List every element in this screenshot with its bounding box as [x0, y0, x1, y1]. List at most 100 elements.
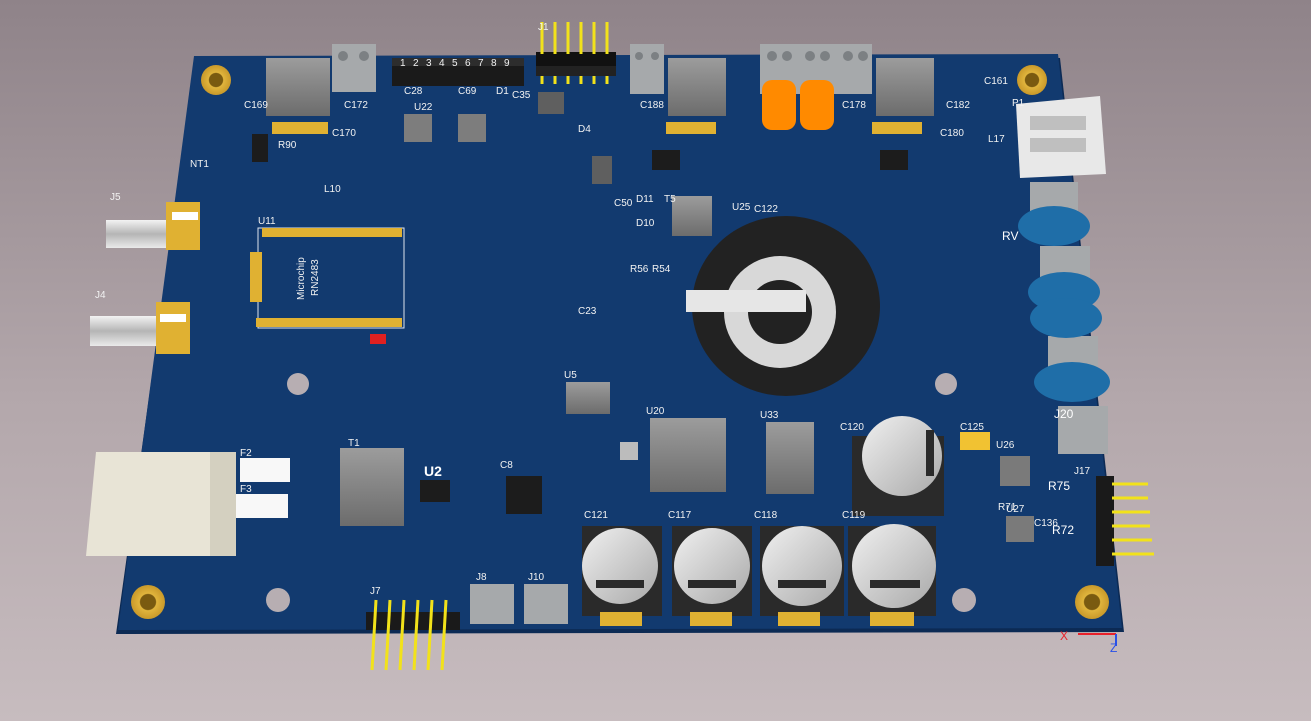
ic-t5[interactable] — [672, 196, 712, 236]
fuse-orange-2[interactable] — [800, 80, 834, 130]
inductor-top-2[interactable] — [668, 58, 726, 116]
label-c188: C188 — [640, 100, 664, 111]
label-r90: R90 — [278, 140, 297, 151]
label-c69: C69 — [458, 86, 477, 97]
ic-u20[interactable] — [650, 418, 726, 492]
label-u11: U11 — [258, 216, 276, 227]
label-c8: C8 — [500, 460, 513, 471]
label-j4: J4 — [95, 290, 106, 301]
label-c161: C161 — [984, 76, 1008, 87]
pin-label-6: 6 — [465, 58, 471, 69]
label-d11: D11 — [636, 194, 654, 205]
ic-u26[interactable] — [1000, 456, 1030, 486]
label-t1: T1 — [348, 438, 360, 449]
sma-connector-j4[interactable] — [90, 302, 190, 354]
label-c125: C125 — [960, 422, 984, 433]
fuse-f2[interactable] — [240, 458, 290, 482]
fuse-orange-1[interactable] — [762, 80, 796, 130]
label-f3: F3 — [240, 484, 252, 495]
pin-label-3: 3 — [426, 58, 432, 69]
via-hole-2 — [935, 373, 957, 395]
pin-label-9: 9 — [504, 58, 510, 69]
label-d10: D10 — [636, 218, 655, 229]
label-c23: C23 — [578, 306, 597, 317]
varistor-3[interactable] — [1030, 298, 1102, 338]
label-c28: C28 — [404, 86, 423, 97]
label-c180: C180 — [940, 128, 964, 139]
fuse-f3[interactable] — [236, 494, 288, 518]
axis-x-label: X — [1060, 629, 1068, 643]
label-d4: D4 — [578, 124, 591, 135]
label-c178: C178 — [842, 100, 866, 111]
label-c121: C121 — [584, 510, 608, 521]
mount-hole-tr — [1017, 65, 1047, 95]
module-label-line1: Microchip — [296, 257, 307, 300]
label-u26: U26 — [996, 440, 1015, 451]
label-c122: C122 — [754, 204, 778, 215]
pin-label-8: 8 — [491, 58, 497, 69]
label-l17: L17 — [988, 134, 1005, 145]
ic-u27[interactable] — [1006, 516, 1034, 542]
header-9pin-labels: 1 2 3 4 5 6 7 8 9 — [400, 58, 510, 69]
module-label-line2: RN2483 — [310, 259, 321, 296]
inductor-top-3[interactable] — [876, 58, 934, 116]
via-hole-4 — [952, 588, 976, 612]
label-t5: T5 — [664, 194, 676, 205]
pin-label-5: 5 — [452, 58, 458, 69]
label-u20: U20 — [646, 406, 665, 417]
capacitor-c119[interactable] — [848, 524, 936, 626]
ic-u5[interactable] — [566, 382, 610, 414]
inductor-top-1[interactable] — [266, 58, 330, 116]
label-u2: U2 — [424, 463, 442, 479]
terminal-block-top-2[interactable] — [630, 44, 664, 94]
terminal-block-j8[interactable] — [470, 584, 514, 624]
label-r54: R54 — [652, 264, 671, 275]
rj45-connector[interactable] — [86, 452, 236, 556]
label-c169: C169 — [244, 100, 268, 111]
label-p1: P1 — [1012, 98, 1025, 109]
varistor-4[interactable] — [1034, 362, 1110, 402]
usb-connector[interactable] — [1016, 96, 1106, 178]
label-r75: R75 — [1048, 479, 1070, 493]
header-j17[interactable] — [1096, 476, 1154, 566]
pcb-3d-viewport[interactable]: 1 2 3 4 5 6 7 8 9 J1 P1 J5 J4 NT1 U11 Mi… — [0, 0, 1311, 721]
label-u5: U5 — [564, 370, 577, 381]
label-c182: C182 — [946, 100, 970, 111]
terminal-block-top-1[interactable] — [332, 44, 376, 92]
label-c170: C170 — [332, 128, 356, 139]
label-nt1: NT1 — [190, 159, 209, 170]
capacitor-c118[interactable] — [760, 526, 844, 626]
label-r71: R71 — [998, 502, 1017, 513]
label-j10: J10 — [528, 572, 545, 583]
sma-connector-j5[interactable] — [106, 202, 200, 250]
capacitor-c125[interactable] — [960, 432, 990, 450]
capacitor-c117[interactable] — [672, 526, 752, 626]
varistor-1[interactable] — [1018, 206, 1090, 246]
terminal-block-j10[interactable] — [524, 584, 568, 624]
label-c35: C35 — [512, 90, 531, 101]
label-u25: U25 — [732, 202, 751, 213]
pcb-3d-scene[interactable]: 1 2 3 4 5 6 7 8 9 J1 P1 J5 J4 NT1 U11 Mi… — [0, 0, 1311, 721]
axis-z-label: Z — [1110, 641, 1117, 655]
label-c172: C172 — [344, 100, 368, 111]
label-c50: C50 — [614, 198, 633, 209]
label-j7: J7 — [370, 586, 381, 597]
label-r56: R56 — [630, 264, 649, 275]
label-u33: U33 — [760, 410, 779, 421]
label-f2: F2 — [240, 448, 252, 459]
ic-u33[interactable] — [766, 422, 814, 494]
label-r72: R72 — [1052, 523, 1074, 537]
label-l10: L10 — [324, 184, 341, 195]
label-j20: J20 — [1054, 407, 1074, 421]
capacitor-c121[interactable] — [582, 526, 662, 626]
label-d1: D1 — [496, 86, 509, 97]
transformer-t1[interactable] — [340, 448, 404, 526]
mount-hole-br — [1075, 585, 1109, 619]
label-j5: J5 — [110, 192, 121, 203]
label-j8: J8 — [476, 572, 487, 583]
pin-label-7: 7 — [478, 58, 484, 69]
pin-label-2: 2 — [413, 58, 419, 69]
label-j1: J1 — [538, 22, 549, 33]
label-c118: C118 — [754, 510, 778, 521]
via-hole-3 — [266, 588, 290, 612]
